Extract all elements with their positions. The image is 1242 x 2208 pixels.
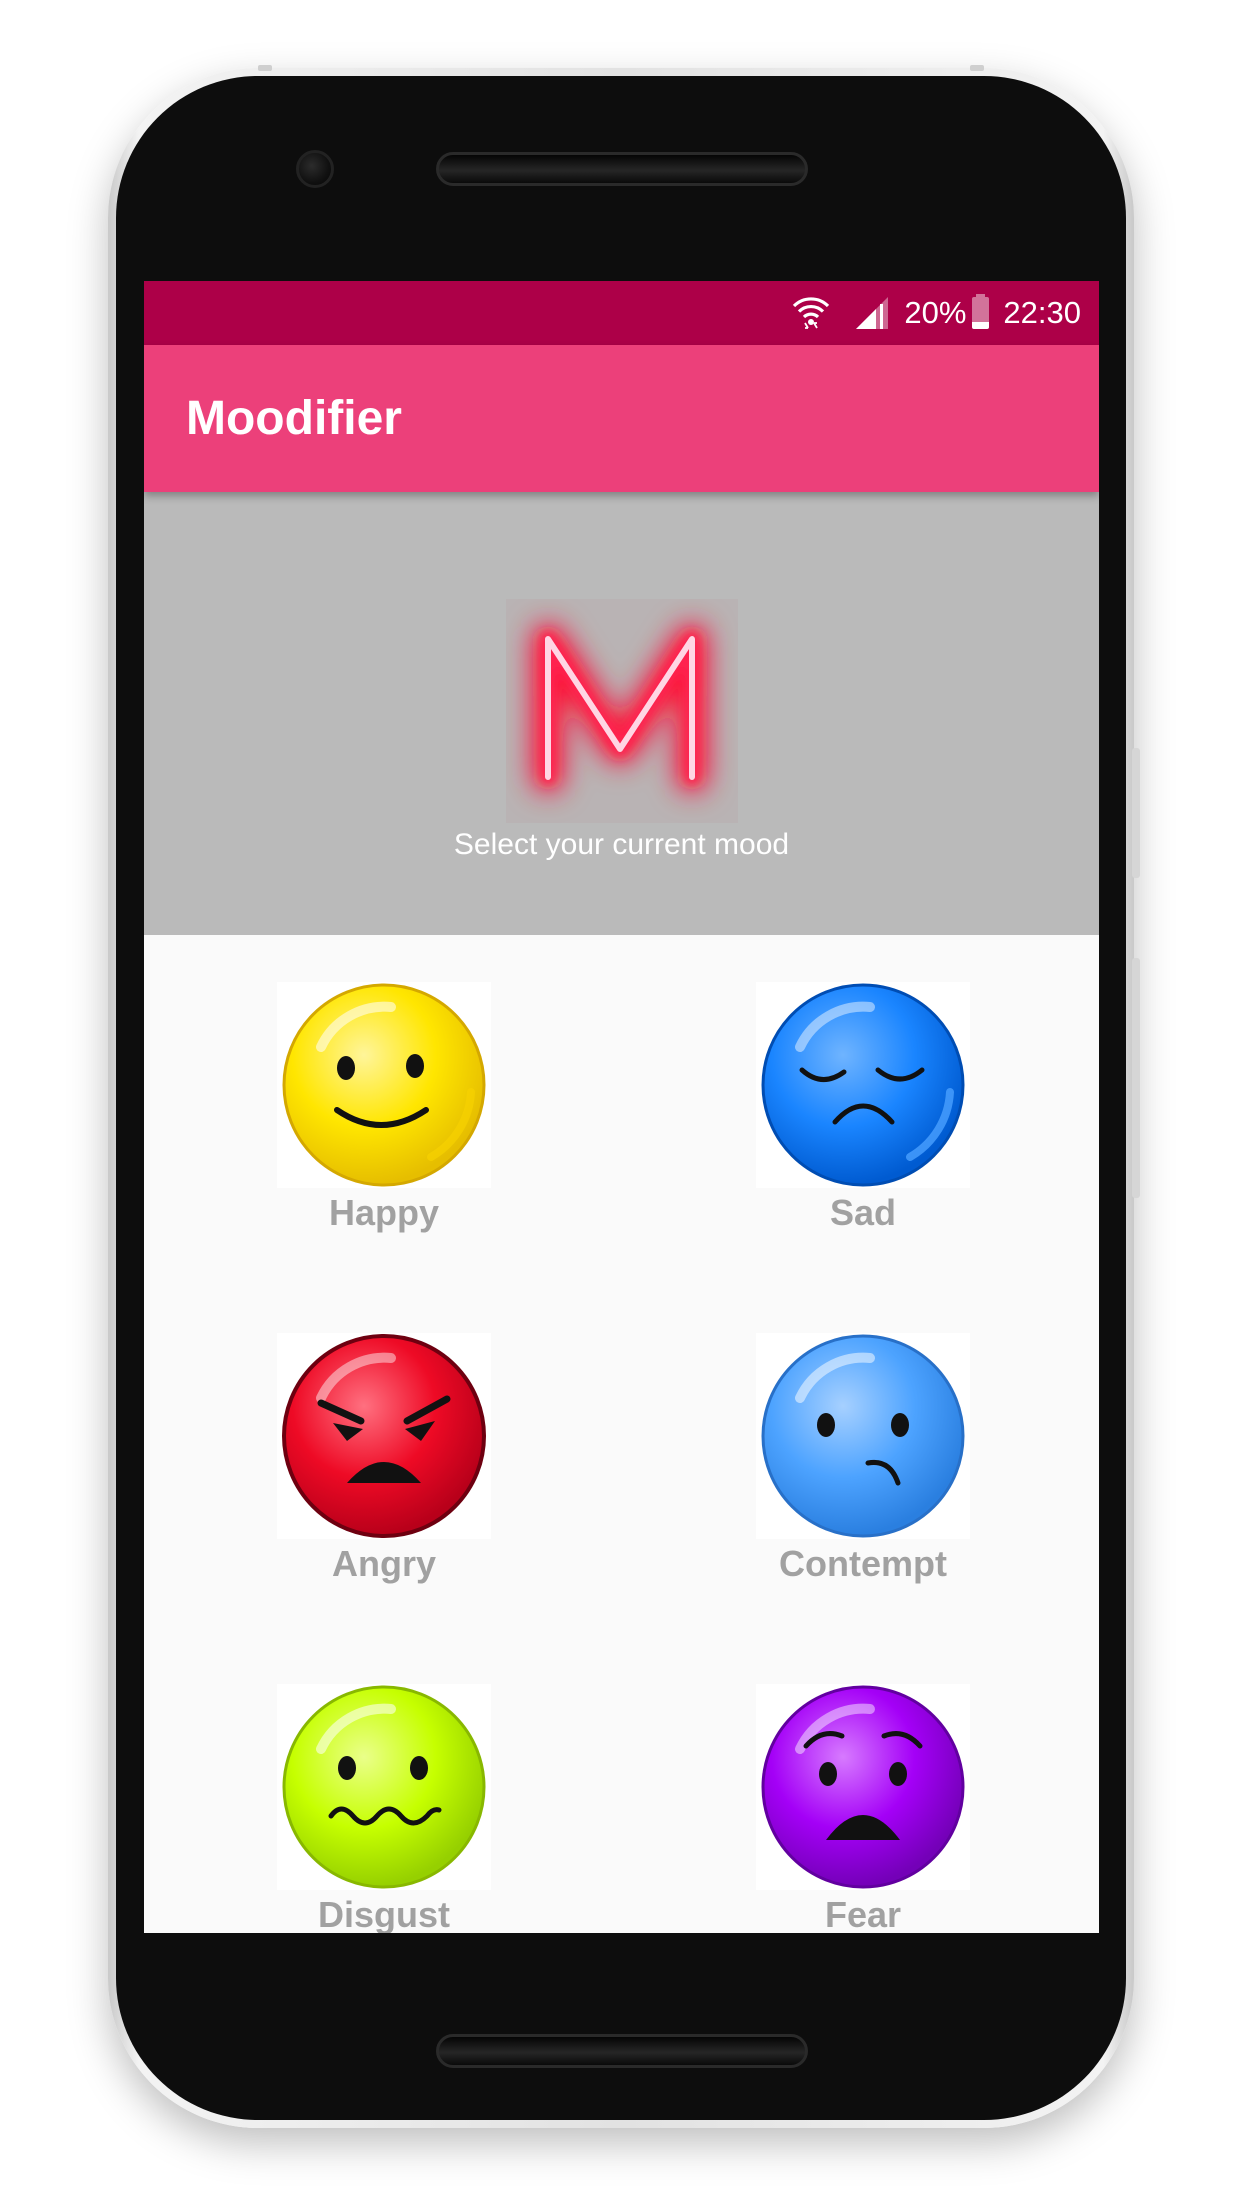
app-logo — [506, 599, 738, 823]
mood-sad-label: Sad — [829, 1192, 897, 1233]
battery-icon — [972, 294, 990, 329]
mood-sad-tile — [756, 982, 970, 1188]
phone-top-nub-left — [258, 65, 272, 71]
mood-grid: Happy Sad Angry Contempt Disgust Fear — [144, 935, 1099, 1933]
mood-disgust-label: Disgust — [317, 1894, 450, 1933]
battery-percent: 20% — [904, 295, 967, 330]
phone-top-nub-right — [970, 65, 984, 71]
mood-angry-label: Angry — [331, 1543, 436, 1584]
mood-contempt-tile — [756, 1333, 970, 1539]
mood-happy-label: Happy — [328, 1192, 440, 1233]
disgust-face-icon — [282, 1685, 486, 1889]
volume-button — [1132, 958, 1140, 1198]
mood-contempt-label: Contempt — [779, 1543, 947, 1584]
top-speaker-grille — [436, 152, 808, 186]
angry-face-icon — [282, 1334, 486, 1538]
mood-happy-tile — [277, 982, 491, 1188]
app-title: Moodifier — [186, 392, 402, 445]
mood-sad-button[interactable]: Sad — [756, 982, 970, 1234]
wifi-icon — [793, 297, 830, 329]
bottom-speaker-grille — [436, 2034, 808, 2068]
front-camera — [296, 150, 334, 188]
signal-icon — [856, 297, 889, 329]
mood-contempt-button[interactable]: Contempt — [756, 1333, 970, 1585]
mood-disgust-tile — [277, 1684, 491, 1890]
mood-fear-label: Fear — [824, 1894, 902, 1933]
mood-fear-tile — [756, 1684, 970, 1890]
mood-angry-button[interactable]: Angry — [277, 1333, 491, 1585]
mood-header: Select your current mood — [144, 492, 1099, 935]
status-bar: 20% 22:30 — [144, 281, 1099, 345]
fear-face-icon — [761, 1685, 965, 1889]
mood-disgust-button[interactable]: Disgust — [277, 1684, 491, 1933]
clock: 22:30 — [1003, 295, 1081, 330]
happy-face-icon — [282, 983, 486, 1187]
app-bar: Moodifier — [144, 345, 1099, 492]
power-button — [1132, 748, 1140, 878]
sad-face-icon — [761, 983, 965, 1187]
mood-happy-button[interactable]: Happy — [277, 982, 491, 1234]
app-screen: 20% 22:30 Moodifier Select your current … — [144, 281, 1099, 1933]
mood-fear-button[interactable]: Fear — [756, 1684, 970, 1933]
mood-angry-tile — [277, 1333, 491, 1539]
mood-prompt: Select your current mood — [453, 828, 790, 861]
contempt-face-icon — [761, 1334, 965, 1538]
